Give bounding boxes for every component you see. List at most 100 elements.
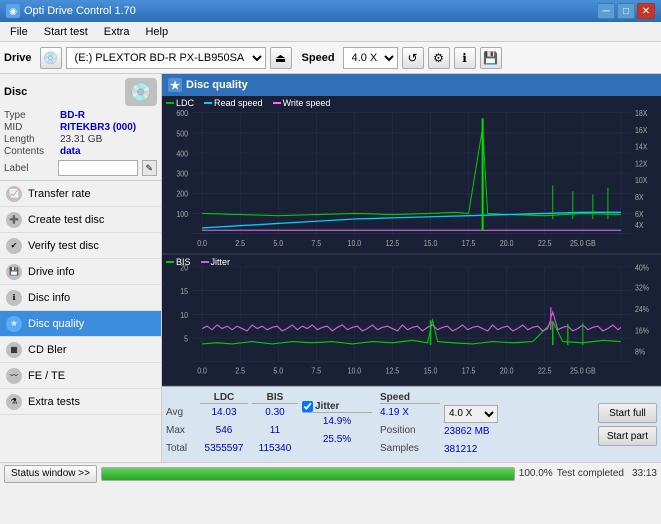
title-bar: ◉ Opti Drive Control 1.70 ─ □ ✕: [0, 0, 661, 22]
sidebar-item-extra-tests[interactable]: ⚗ Extra tests: [0, 389, 161, 415]
sidebar-item-create-test-disc[interactable]: ➕ Create test disc: [0, 207, 161, 233]
start-part-button[interactable]: Start part: [598, 426, 657, 446]
svg-text:24%: 24%: [635, 304, 649, 314]
svg-text:0.0: 0.0: [197, 238, 207, 247]
svg-text:10.0: 10.0: [348, 238, 362, 247]
charts-container: LDC Read speed Write speed: [162, 96, 661, 386]
jitter-avg: 14.9%: [302, 413, 372, 431]
sidebar-item-fe-te[interactable]: 〰 FE / TE: [0, 363, 161, 389]
sidebar-item-transfer-rate[interactable]: 📈 Transfer rate: [0, 181, 161, 207]
speed-select[interactable]: 4.0 X: [343, 47, 398, 69]
maximize-button[interactable]: □: [617, 3, 635, 19]
refresh-button[interactable]: ↺: [402, 47, 424, 69]
sidebar-item-drive-info[interactable]: 💾 Drive info: [0, 259, 161, 285]
nav-label-disc-info: Disc info: [28, 292, 70, 304]
window-controls: ─ □ ✕: [597, 3, 655, 19]
jitter-max: 25.5%: [302, 431, 372, 449]
drive-select[interactable]: (E:) PLEXTOR BD-R PX-LB950SA 1.06: [66, 47, 266, 69]
svg-text:16X: 16X: [635, 126, 648, 135]
menu-extra[interactable]: Extra: [96, 24, 138, 40]
menu-help[interactable]: Help: [137, 24, 176, 40]
sidebar-item-verify-test-disc[interactable]: ✔ Verify test disc: [0, 233, 161, 259]
ldc-avg: 14.03: [200, 404, 248, 422]
max-label: Max: [166, 422, 196, 440]
svg-text:32%: 32%: [635, 283, 649, 293]
svg-text:22.5: 22.5: [538, 366, 552, 376]
nav-label-create-test-disc: Create test disc: [28, 214, 104, 226]
bis-header: BIS: [252, 392, 298, 404]
nav-label-verify-test-disc: Verify test disc: [28, 240, 99, 252]
svg-text:0.0: 0.0: [197, 366, 207, 376]
drive-label: Drive: [4, 52, 32, 64]
menu-start-test[interactable]: Start test: [36, 24, 96, 40]
speed-header: Speed: [380, 392, 440, 404]
chart1-svg: 600 500 400 300 200 100 18X 16X 14X 12X …: [162, 96, 661, 253]
stats-speed-select[interactable]: 4.0 X: [444, 405, 498, 423]
eject-button[interactable]: ⏏: [270, 47, 292, 69]
progress-percent: 100.0%: [519, 468, 553, 479]
minimize-button[interactable]: ─: [597, 3, 615, 19]
label-edit-button[interactable]: ✎: [142, 160, 157, 176]
svg-text:2.5: 2.5: [235, 366, 245, 376]
position-value: 23862 MB: [444, 423, 499, 441]
jitter-dot: [201, 261, 209, 263]
content-area: ★ Disc quality LDC Read speed: [162, 74, 661, 462]
disc-info-icon: ℹ: [6, 290, 22, 306]
svg-text:15: 15: [180, 286, 188, 296]
app-title: Opti Drive Control 1.70: [24, 5, 136, 17]
jitter-header: Jitter: [302, 401, 372, 413]
ldc-header: LDC: [200, 392, 248, 404]
read-speed-dot: [204, 102, 212, 104]
type-val: BD-R: [60, 110, 85, 121]
svg-text:100: 100: [176, 209, 188, 218]
svg-text:12.5: 12.5: [386, 366, 400, 376]
length-val: 23.31 GB: [60, 134, 102, 145]
disc-label: Disc: [4, 86, 27, 98]
settings-button[interactable]: ⚙: [428, 47, 450, 69]
menu-file[interactable]: File: [2, 24, 36, 40]
save-button[interactable]: 💾: [480, 47, 502, 69]
legend-read-speed: Read speed: [204, 98, 263, 108]
sidebar-item-cd-bler[interactable]: ▦ CD Bler: [0, 337, 161, 363]
legend-jitter: Jitter: [201, 257, 231, 267]
progress-bar: [101, 467, 515, 481]
chart2-svg: 20 15 10 5 40% 32% 24% 16% 8% 0.0 2.5 5.…: [162, 255, 661, 385]
label-input[interactable]: [58, 160, 138, 176]
nav-items: 📈 Transfer rate ➕ Create test disc ✔ Ver…: [0, 181, 161, 415]
status-window-button[interactable]: Status window >>: [4, 465, 97, 483]
write-speed-dot: [273, 102, 281, 104]
type-key: Type: [4, 110, 56, 121]
close-button[interactable]: ✕: [637, 3, 655, 19]
bis-total: 115340: [252, 440, 298, 458]
content-header-title: Disc quality: [186, 79, 248, 91]
cd-bler-icon: ▦: [6, 342, 22, 358]
svg-text:15.0: 15.0: [424, 366, 438, 376]
sidebar: Disc 💿 Type BD-R MID RITEKBR3 (000) Leng…: [0, 74, 162, 462]
info-button[interactable]: ℹ: [454, 47, 476, 69]
svg-text:7.5: 7.5: [311, 366, 321, 376]
jitter-checkbox[interactable]: [302, 401, 313, 412]
jitter-column: Jitter 14.9% 25.5%: [302, 401, 372, 449]
start-full-button[interactable]: Start full: [598, 403, 657, 423]
disc-info: Type BD-R MID RITEKBR3 (000) Length 23.3…: [4, 110, 157, 176]
status-text: Test completed: [557, 468, 624, 479]
time-display: 33:13: [632, 468, 657, 479]
nav-label-disc-quality: Disc quality: [28, 318, 84, 330]
sidebar-item-disc-info[interactable]: ℹ Disc info: [0, 285, 161, 311]
svg-text:12.5: 12.5: [386, 238, 400, 247]
sidebar-item-disc-quality[interactable]: ★ Disc quality: [0, 311, 161, 337]
svg-text:16%: 16%: [635, 325, 649, 335]
disc-quality-icon: ★: [6, 316, 22, 332]
bis-avg: 0.30: [252, 404, 298, 422]
main-layout: Disc 💿 Type BD-R MID RITEKBR3 (000) Leng…: [0, 74, 661, 462]
stats-labels: Avg Max Total: [166, 404, 196, 458]
svg-text:5.0: 5.0: [273, 366, 283, 376]
stats-panel: Avg Max Total LDC 14.03 546 5355597 BIS …: [162, 386, 661, 462]
ldc-max: 546: [200, 422, 248, 440]
contents-key: Contents: [4, 146, 56, 157]
menu-bar: File Start test Extra Help: [0, 22, 661, 42]
transfer-rate-icon: 📈: [6, 186, 22, 202]
ldc-column: LDC 14.03 546 5355597: [200, 392, 248, 458]
app-icon: ◉: [6, 4, 20, 18]
mid-val: RITEKBR3 (000): [60, 122, 136, 133]
